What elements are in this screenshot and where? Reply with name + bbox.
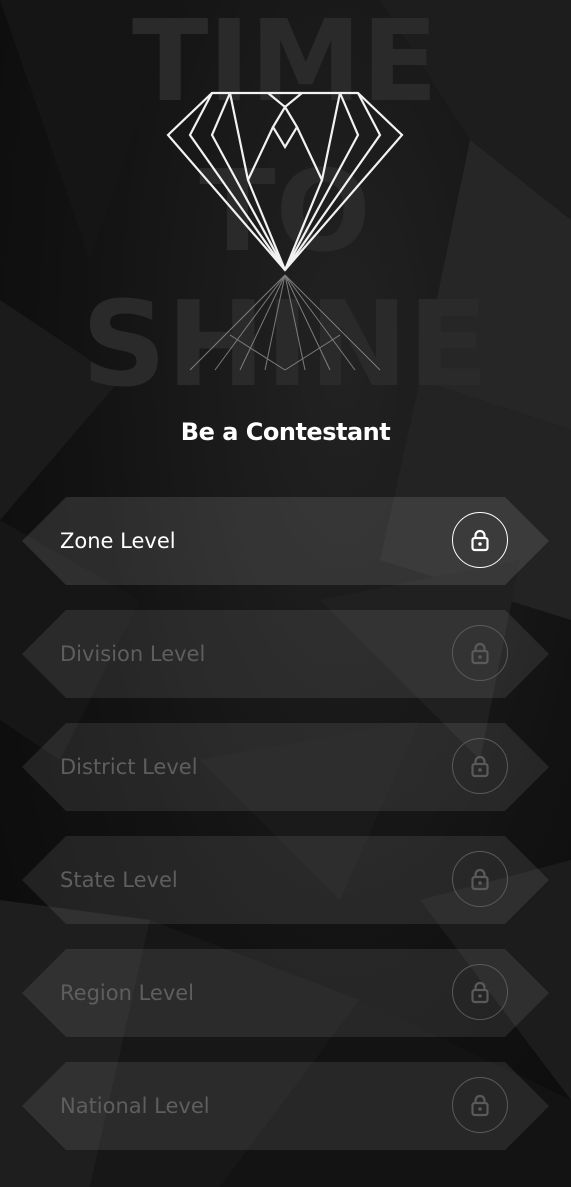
level-item-state[interactable]: State Level [22,836,549,924]
page-title: Be a Contestant [180,418,391,446]
lock-icon[interactable] [452,964,508,1020]
diamond-logo-icon [166,91,404,371]
lock-icon[interactable] [452,512,508,568]
level-item-national[interactable]: National Level [22,1062,549,1150]
lock-icon[interactable] [452,738,508,794]
level-item-label: District Level [60,755,198,779]
level-item-region[interactable]: Region Level [22,949,549,1037]
level-item-zone[interactable]: Zone Level [22,497,549,585]
lock-icon[interactable] [452,1077,508,1133]
lock-icon[interactable] [452,625,508,681]
lock-glyph [471,981,489,1004]
level-list: Zone Level Division Level District Level… [22,497,549,1175]
level-item-label: National Level [60,1094,210,1118]
level-item-division[interactable]: Division Level [22,610,549,698]
lock-glyph [471,1094,489,1117]
level-item-label: Region Level [60,981,194,1005]
lock-icon[interactable] [452,851,508,907]
lock-glyph [471,868,489,891]
contestant-screen: TIME TO SHINE Be a Contestant Zone Level… [0,0,571,1187]
level-item-label: Zone Level [60,529,176,553]
level-item-district[interactable]: District Level [22,723,549,811]
level-item-label: State Level [60,868,178,892]
lock-glyph [471,529,489,552]
level-item-label: Division Level [60,642,206,666]
lock-glyph [471,642,489,665]
lock-glyph [471,755,489,778]
